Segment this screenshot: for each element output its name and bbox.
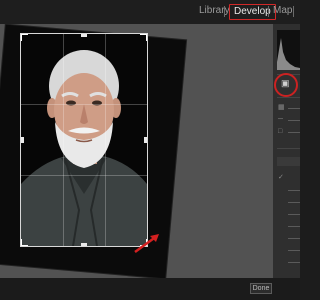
panel-slider[interactable] [288,132,300,133]
crop-corner-handle[interactable] [140,34,147,41]
crop-edge-handle[interactable] [21,137,24,143]
crop-edge-handle[interactable] [81,243,87,246]
constrain-checkbox-icon[interactable]: □ [278,128,282,136]
crop-corner-handle[interactable] [21,239,28,246]
crop-corner-handle[interactable] [21,34,28,41]
panel-slider[interactable] [288,238,300,239]
crop-edge-handle[interactable] [144,137,147,143]
histogram [277,30,300,70]
aspect-lock-icon[interactable]: ▦ [278,104,285,112]
module-separator [224,6,225,17]
crop-edge-handle[interactable] [81,34,87,37]
panel-divider [277,148,300,149]
module-map[interactable]: Map [273,5,292,17]
panel-slider[interactable] [288,262,300,263]
module-separator [268,6,269,17]
panel-slider[interactable] [288,190,300,191]
eyedropper-icon[interactable]: ✓ [278,174,284,182]
basic-panel-header[interactable] [277,157,300,166]
panel-slider[interactable] [288,202,300,203]
panel-slider[interactable] [288,108,300,109]
panel-slider[interactable] [288,120,300,121]
panel-slider[interactable] [288,250,300,251]
red-arrow-icon [134,234,159,254]
highlight-circle [274,73,298,97]
crop-grid-line [63,34,64,246]
crop-frame[interactable] [20,33,148,247]
angle-icon[interactable]: ─ [278,116,283,124]
crop-grid-line [105,34,106,246]
crop-grid-line [21,104,147,105]
panel-divider [277,97,300,98]
panel-slider[interactable] [288,214,300,215]
done-button[interactable]: Done [250,283,272,294]
crop-grid-line [21,175,147,176]
panel-slider[interactable] [288,226,300,227]
portrait-photo [21,34,147,246]
module-separator [293,6,294,17]
